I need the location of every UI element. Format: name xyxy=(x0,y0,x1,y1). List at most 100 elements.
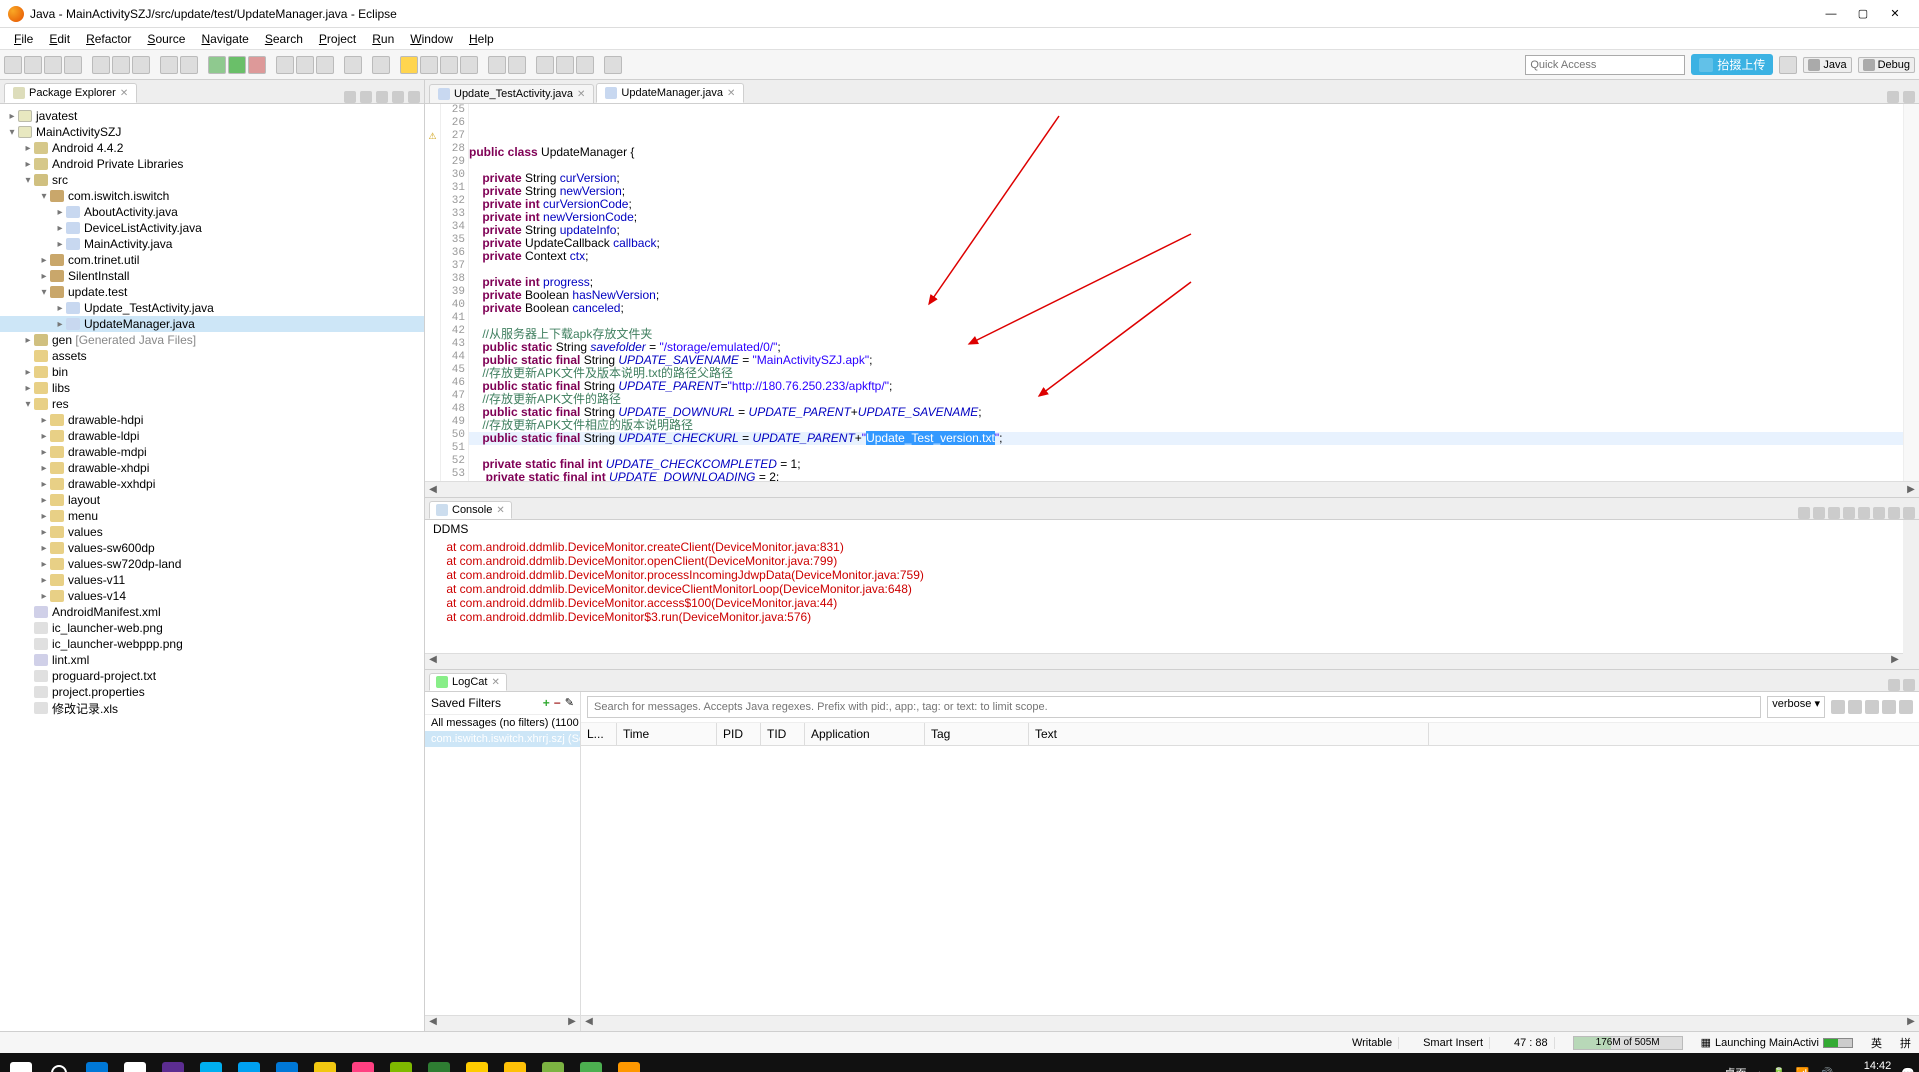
package-explorer-tab[interactable]: Package Explorer ✕ xyxy=(4,83,137,103)
tree-node[interactable]: ▸drawable-xhdpi xyxy=(0,460,424,476)
editor-tab[interactable]: UpdateManager.java✕ xyxy=(596,83,744,103)
tree-node[interactable]: ▸Android Private Libraries xyxy=(0,156,424,172)
code-line[interactable] xyxy=(469,315,1903,328)
taskbar-app-button[interactable] xyxy=(498,1058,532,1072)
code-line[interactable]: public class UpdateManager { xyxy=(469,146,1903,159)
edit-filter-button[interactable]: ✎ xyxy=(565,696,574,710)
minimize-view-icon[interactable] xyxy=(392,91,404,103)
save-log-icon[interactable] xyxy=(1831,700,1845,714)
tree-node[interactable]: ▸Android 4.4.2 xyxy=(0,140,424,156)
ime-extra[interactable]: 拼 xyxy=(1900,1035,1911,1051)
back-button[interactable] xyxy=(556,56,574,74)
expand-icon[interactable]: ▸ xyxy=(22,367,34,378)
tree-node[interactable]: ▾update.test xyxy=(0,284,424,300)
view-menu-icon[interactable] xyxy=(376,91,388,103)
logcat-search-input[interactable] xyxy=(587,696,1761,718)
code-line[interactable]: private int progress; xyxy=(469,276,1903,289)
overview-ruler[interactable] xyxy=(1903,104,1919,481)
display-selected-console-icon[interactable] xyxy=(1858,507,1870,519)
scroll-left-icon[interactable]: ◀ xyxy=(425,1016,441,1031)
expand-icon[interactable]: ▸ xyxy=(54,223,66,234)
heap-status[interactable]: 176M of 505M xyxy=(1573,1036,1683,1050)
tree-node[interactable]: ▸values-sw720dp-land xyxy=(0,556,424,572)
menu-source[interactable]: Source xyxy=(139,30,193,48)
taskbar-app-button[interactable] xyxy=(536,1058,570,1072)
tree-node[interactable]: ic_launcher-web.png xyxy=(0,620,424,636)
toggle-marks-button[interactable] xyxy=(400,56,418,74)
run-button[interactable] xyxy=(228,56,246,74)
avd-manager-button[interactable] xyxy=(112,56,130,74)
start-button[interactable] xyxy=(4,1058,38,1072)
taskbar-app-button[interactable] xyxy=(346,1058,380,1072)
wifi-icon[interactable]: 📶 xyxy=(1796,1067,1810,1072)
search-button[interactable] xyxy=(372,56,390,74)
collapse-all-icon[interactable] xyxy=(360,91,372,103)
tree-node[interactable]: ▸values xyxy=(0,524,424,540)
filter-item[interactable]: All messages (no filters) (1100 xyxy=(425,715,580,731)
editor-body[interactable]: 2526272829303132333435363738394041424344… xyxy=(425,104,1919,481)
expand-icon[interactable]: ▸ xyxy=(54,239,66,250)
new-button[interactable] xyxy=(4,56,22,74)
close-tab-icon[interactable]: ✕ xyxy=(727,88,735,99)
close-icon[interactable]: ✕ xyxy=(491,677,499,688)
filter-item[interactable]: com.iswitch.iswitch.xhrrj.szj (Se xyxy=(425,731,580,747)
editor-horizontal-scrollbar[interactable]: ◀ ▶ xyxy=(425,481,1919,497)
minimize-logcat-icon[interactable] xyxy=(1888,679,1900,691)
console-tab[interactable]: Console ✕ xyxy=(429,501,512,519)
taskbar-app-button[interactable] xyxy=(574,1058,608,1072)
code-line[interactable]: private String updateInfo; xyxy=(469,224,1903,237)
expand-icon[interactable]: ▸ xyxy=(38,447,50,458)
scroll-right-icon[interactable]: ▶ xyxy=(1887,654,1903,669)
expand-icon[interactable]: ▸ xyxy=(38,495,50,506)
maximize-view-icon[interactable] xyxy=(408,91,420,103)
tree-node[interactable]: ▸values-v14 xyxy=(0,588,424,604)
link-with-editor-icon[interactable] xyxy=(344,91,356,103)
display-filter-icon[interactable] xyxy=(1899,700,1913,714)
code-line[interactable]: private Context ctx; xyxy=(469,250,1903,263)
debug-perspective-button[interactable]: Debug xyxy=(1858,57,1915,73)
expand-icon[interactable]: ▸ xyxy=(54,303,66,314)
logcat-column-header[interactable]: TID xyxy=(761,723,805,745)
tree-node[interactable]: ▸AboutActivity.java xyxy=(0,204,424,220)
expand-icon[interactable]: ▸ xyxy=(38,543,50,554)
taskbar-app-button[interactable] xyxy=(270,1058,304,1072)
expand-icon[interactable]: ▸ xyxy=(38,431,50,442)
new-java-package-button[interactable] xyxy=(296,56,314,74)
tree-node[interactable]: ▸SilentInstall xyxy=(0,268,424,284)
system-clock[interactable]: 14:42 2019/5/11 xyxy=(1843,1060,1891,1072)
scroll-left-icon[interactable]: ◀ xyxy=(425,484,441,495)
tree-node[interactable]: ▾src xyxy=(0,172,424,188)
clear-log-icon[interactable] xyxy=(1848,700,1862,714)
tree-node[interactable]: ▸DeviceListActivity.java xyxy=(0,220,424,236)
java-perspective-button[interactable]: Java xyxy=(1803,57,1851,73)
new-android-button[interactable] xyxy=(160,56,178,74)
expand-icon[interactable]: ▸ xyxy=(38,463,50,474)
minimize-editor-icon[interactable] xyxy=(1887,91,1899,103)
show-whitespace-button[interactable] xyxy=(440,56,458,74)
expand-icon[interactable]: ▾ xyxy=(22,399,34,410)
tree-node[interactable]: ▾MainActivitySZJ xyxy=(0,124,424,140)
code-line[interactable]: private int curVersionCode; xyxy=(469,198,1903,211)
expand-icon[interactable]: ▸ xyxy=(22,143,34,154)
code-line[interactable] xyxy=(469,159,1903,172)
tree-node[interactable]: ▸drawable-hdpi xyxy=(0,412,424,428)
minimize-console-icon[interactable] xyxy=(1888,507,1900,519)
saved-filters-list[interactable]: All messages (no filters) (1100com.iswit… xyxy=(425,715,580,1015)
package-explorer-tree[interactable]: ▸javatest▾MainActivitySZJ▸Android 4.4.2▸… xyxy=(0,104,424,1031)
code-line[interactable]: private int newVersionCode; xyxy=(469,211,1903,224)
code-line[interactable]: private Boolean canceled; xyxy=(469,302,1903,315)
tree-node[interactable]: ▸MainActivity.java xyxy=(0,236,424,252)
tree-node[interactable]: ▸bin xyxy=(0,364,424,380)
code-line[interactable]: public static final String UPDATE_PARENT… xyxy=(469,380,1903,393)
expand-icon[interactable]: ▸ xyxy=(22,159,34,170)
tree-node[interactable]: ▸libs xyxy=(0,380,424,396)
desktop-label[interactable]: 桌面 xyxy=(1725,1065,1747,1072)
external-tools-button[interactable] xyxy=(248,56,266,74)
expand-icon[interactable]: ▸ xyxy=(38,511,50,522)
logcat-tab[interactable]: LogCat ✕ xyxy=(429,673,507,691)
tree-node[interactable]: ▸drawable-mdpi xyxy=(0,444,424,460)
taskbar-app-button[interactable] xyxy=(194,1058,228,1072)
new-java-project-button[interactable] xyxy=(276,56,294,74)
add-filter-button[interactable]: + xyxy=(543,696,550,710)
progress-status[interactable]: ▦ Launching MainActivi xyxy=(1701,1036,1853,1049)
